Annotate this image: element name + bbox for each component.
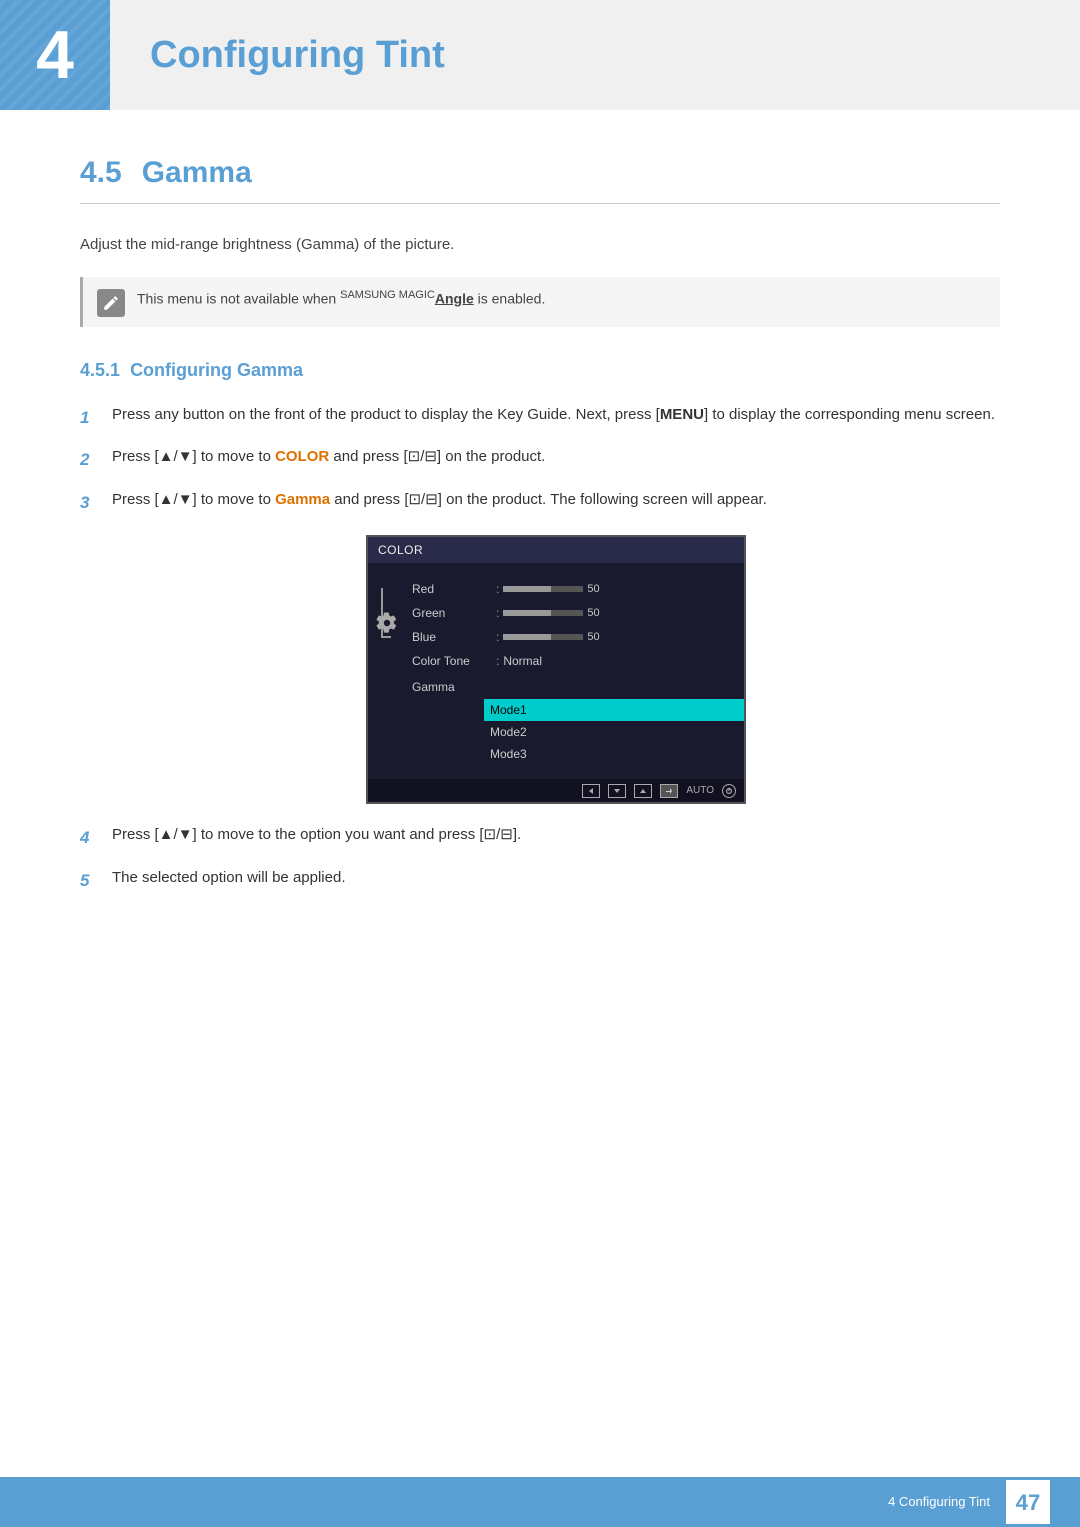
menu-row-gamma: Gamma	[404, 675, 744, 699]
chapter-number-block: 4	[0, 0, 110, 110]
nav-left-icon	[582, 784, 600, 798]
step-2-num: 2	[80, 447, 100, 473]
note-box: This menu is not available when SAMSUNG …	[80, 277, 1000, 327]
nav-auto-label: AUTO	[686, 783, 714, 798]
step-2: 2 Press [▲/▼] to move to COLOR and press…	[80, 446, 1000, 473]
note-text: This menu is not available when SAMSUNG …	[137, 287, 545, 310]
menu-key: MENU	[660, 406, 704, 423]
green-label: Green	[412, 604, 492, 622]
green-value: 50	[587, 605, 599, 622]
note-icon	[97, 289, 125, 317]
step-4-num: 4	[80, 825, 100, 851]
green-bar: 50	[503, 605, 599, 622]
page-footer: 4 Configuring Tint 47	[0, 1477, 1080, 1527]
step-1: 1 Press any button on the front of the p…	[80, 404, 1000, 431]
nav-power-icon	[722, 784, 736, 798]
screen-body: Red : 50 Green : 50	[368, 563, 744, 779]
section-description: Adjust the mid-range brightness (Gamma) …	[80, 234, 1000, 257]
color-tone-label: Color Tone	[412, 652, 492, 670]
steps-list: 1 Press any button on the front of the p…	[80, 404, 1000, 516]
screen-mockup: COLOR Red :	[366, 535, 746, 804]
gamma-options: Mode1 Mode2 Mode3	[484, 699, 744, 765]
step-3: 3 Press [▲/▼] to move to Gamma and press…	[80, 489, 1000, 516]
red-label: Red	[412, 580, 492, 598]
subsection-heading: 4.5.1 Configuring Gamma	[80, 357, 1000, 384]
gamma-option-mode2: Mode2	[484, 721, 744, 743]
step-5-text: The selected option will be applied.	[112, 867, 1000, 890]
screen-container: COLOR Red :	[112, 535, 1000, 804]
red-value: 50	[587, 581, 599, 598]
menu-row-color-tone: Color Tone : Normal	[404, 649, 744, 673]
main-content: 4.5 Gamma Adjust the mid-range brightness…	[0, 150, 1080, 1009]
section-heading: 4.5 Gamma	[80, 150, 1000, 204]
nav-down-icon	[608, 784, 626, 798]
step-1-num: 1	[80, 405, 100, 431]
chapter-header: 4 Configuring Tint	[0, 0, 1080, 110]
gamma-option-mode1: Mode1	[484, 699, 744, 721]
red-bar: 50	[503, 581, 599, 598]
angle-link: Angle	[435, 290, 474, 306]
nav-enter-icon	[660, 784, 678, 798]
color-menu-ref: COLOR	[275, 448, 329, 465]
subsection-title: Configuring Gamma	[130, 360, 303, 380]
step-3-num: 3	[80, 490, 100, 516]
steps-list-2: 4 Press [▲/▼] to move to the option you …	[80, 824, 1000, 893]
subsection-number: 4.5.1	[80, 360, 120, 380]
footer-page-number: 47	[1006, 1480, 1050, 1524]
menu-row-blue: Blue : 50	[404, 625, 744, 649]
note-pencil-icon	[102, 294, 120, 312]
step-5-num: 5	[80, 868, 100, 894]
gamma-menu-ref: Gamma	[275, 491, 330, 508]
step-5: 5 The selected option will be applied.	[80, 867, 1000, 894]
screen-title-bar: COLOR	[368, 537, 744, 563]
blue-label: Blue	[412, 628, 492, 646]
menu-row-red: Red : 50	[404, 577, 744, 601]
menu-row-green: Green : 50	[404, 601, 744, 625]
blue-value: 50	[587, 629, 599, 646]
section-number: 4.5	[80, 156, 122, 189]
step-1-text: Press any button on the front of the pro…	[112, 404, 1000, 427]
blue-bar: 50	[503, 629, 599, 646]
section-title: Gamma	[142, 156, 252, 189]
step-4-text: Press [▲/▼] to move to the option you wa…	[112, 824, 1000, 847]
screen-left-icons	[368, 573, 404, 769]
step-4: 4 Press [▲/▼] to move to the option you …	[80, 824, 1000, 851]
nav-up-icon	[634, 784, 652, 798]
samsung-magic-text: SAMSUNG MAGIC	[340, 289, 435, 301]
footer-chapter-ref: 4 Configuring Tint	[888, 1492, 990, 1512]
color-tone-value: Normal	[503, 652, 542, 670]
chapter-number: 4	[36, 21, 74, 89]
step-2-text: Press [▲/▼] to move to COLOR and press […	[112, 446, 1000, 469]
screen-nav-bar: AUTO	[368, 779, 744, 802]
gamma-label: Gamma	[412, 678, 492, 696]
gamma-option-mode3: Mode3	[484, 743, 744, 765]
screen-gear-icon	[376, 612, 398, 642]
chapter-title: Configuring Tint	[110, 0, 445, 110]
step-3-text: Press [▲/▼] to move to Gamma and press […	[112, 489, 1000, 512]
screen-menu-items: Red : 50 Green : 50	[404, 573, 744, 769]
